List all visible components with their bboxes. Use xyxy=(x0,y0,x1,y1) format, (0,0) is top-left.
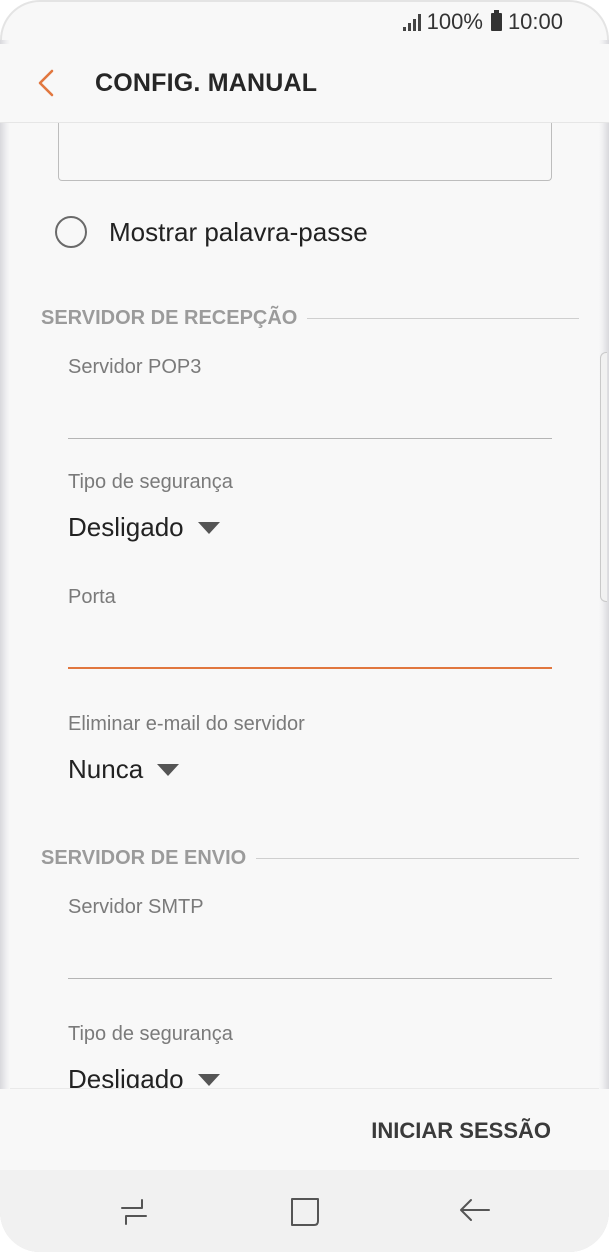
edge-panel-handle[interactable] xyxy=(600,352,607,602)
recent-apps-button[interactable] xyxy=(114,1194,154,1230)
incoming-server-section: SERVIDOR DE RECEPÇÃO xyxy=(41,303,579,333)
incoming-security-value: Desligado xyxy=(68,512,184,542)
app-bar: CONFIG. MANUAL xyxy=(0,44,609,123)
status-bar: 100% 10:00 xyxy=(402,8,563,36)
pop3-server-label: Servidor POP3 xyxy=(68,356,202,378)
bottom-divider xyxy=(10,1088,599,1089)
section-divider xyxy=(307,317,579,319)
clock: 10:00 xyxy=(507,9,563,34)
radio-button[interactable] xyxy=(55,216,87,248)
home-button[interactable] xyxy=(285,1194,325,1230)
home-icon xyxy=(291,1198,319,1226)
page-title: CONFIG. MANUAL xyxy=(95,69,318,97)
incoming-security-dropdown[interactable]: Desligado xyxy=(68,512,220,543)
port-input[interactable] xyxy=(68,628,552,664)
delete-email-value: Nunca xyxy=(68,754,144,784)
battery-percent: 100% xyxy=(426,9,483,34)
chevron-left-icon xyxy=(38,69,54,97)
outgoing-server-section: SERVIDOR DE ENVIO xyxy=(41,843,579,873)
dropdown-arrow-icon xyxy=(197,1073,220,1086)
outgoing-section-title: SERVIDOR DE ENVIO xyxy=(41,846,247,869)
signal-icon xyxy=(402,13,421,31)
dropdown-arrow-icon xyxy=(197,521,220,534)
delete-email-label: Eliminar e-mail do servidor xyxy=(68,713,305,735)
show-password-label: Mostrar palavra-passe xyxy=(109,216,368,247)
dropdown-arrow-icon xyxy=(157,763,180,776)
incoming-security-label: Tipo de segurança xyxy=(68,471,233,493)
port-label: Porta xyxy=(68,586,116,608)
smtp-server-underline xyxy=(68,978,552,979)
pop3-server-input[interactable] xyxy=(68,398,552,434)
navigation-bar xyxy=(0,1170,609,1252)
screen-edge-right xyxy=(599,40,609,1210)
back-nav-button[interactable] xyxy=(455,1194,495,1230)
login-button[interactable]: INICIAR SESSÃO xyxy=(371,1118,551,1144)
delete-email-dropdown[interactable]: Nunca xyxy=(68,754,180,785)
show-password-toggle[interactable]: Mostrar palavra-passe xyxy=(55,212,368,252)
phone-screen: 100% 10:00 CONFIG. MANUAL Mostrar palavr… xyxy=(0,0,609,1252)
back-button[interactable] xyxy=(28,60,68,104)
recent-apps-icon xyxy=(121,1199,147,1225)
back-arrow-icon xyxy=(460,1199,490,1221)
port-underline-focused xyxy=(68,667,552,669)
smtp-server-input[interactable] xyxy=(68,938,552,974)
incoming-section-title: SERVIDOR DE RECEPÇÃO xyxy=(41,306,298,329)
smtp-server-label: Servidor SMTP xyxy=(68,896,204,918)
outgoing-security-label: Tipo de segurança xyxy=(68,1023,233,1045)
battery-icon xyxy=(490,10,502,31)
section-divider xyxy=(256,857,579,859)
screen-edge-left xyxy=(0,40,10,1210)
pop3-server-underline xyxy=(68,438,552,439)
